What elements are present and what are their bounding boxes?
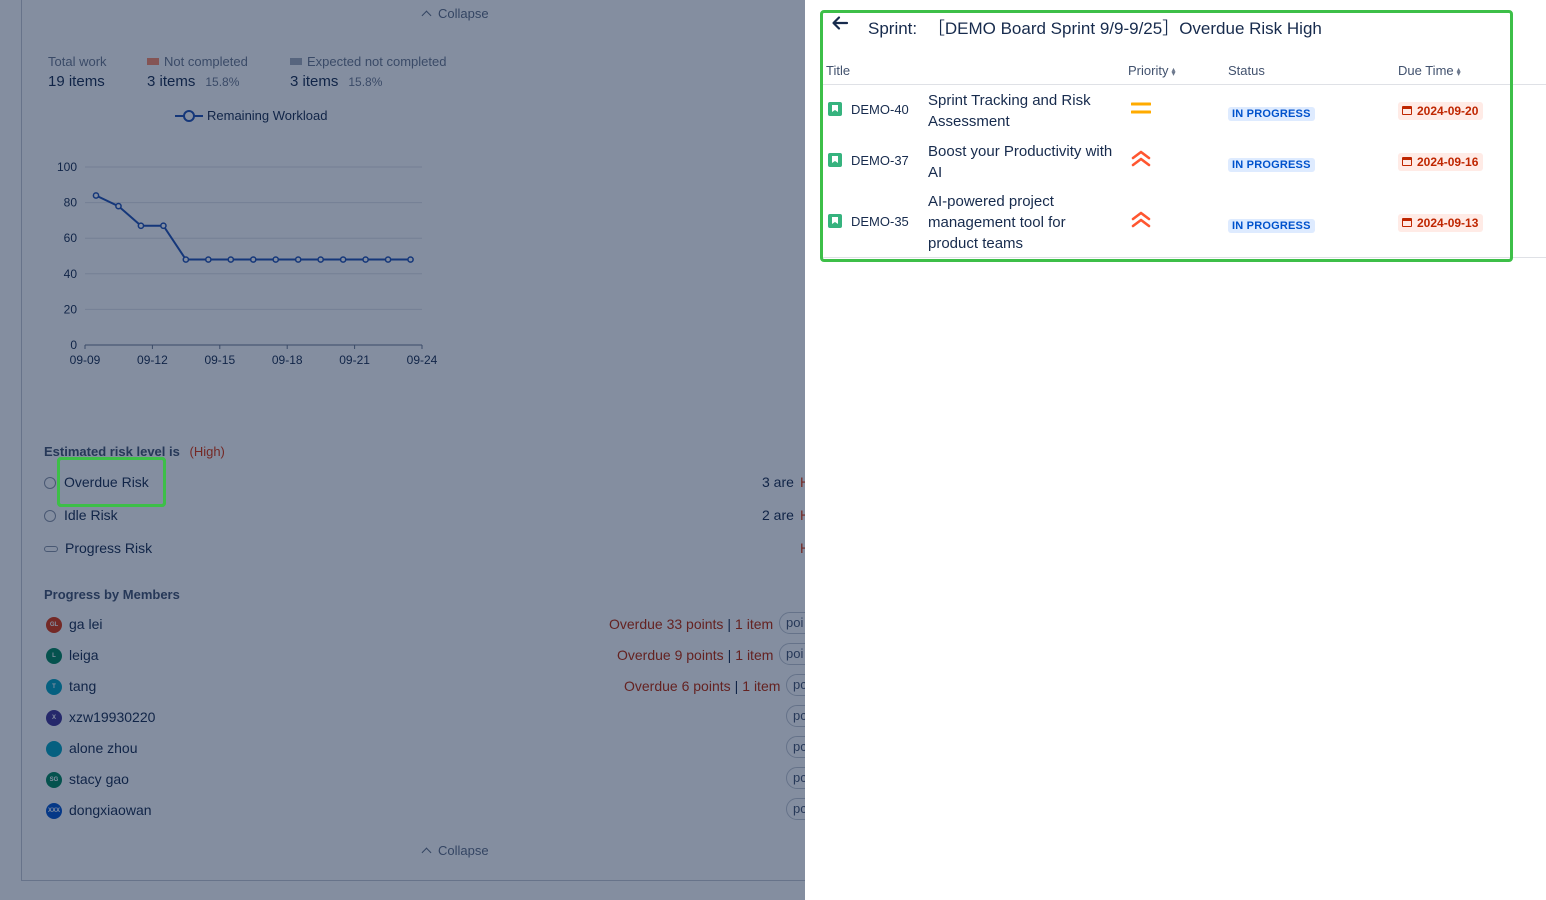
overdue-risk-highlight [57,457,166,507]
issue-list-highlight [820,10,1513,262]
modal-overlay[interactable] [0,0,805,900]
risk-detail-panel: Sprint: ［DEMO Board Sprint 9/9-9/25］Over… [805,0,1546,900]
